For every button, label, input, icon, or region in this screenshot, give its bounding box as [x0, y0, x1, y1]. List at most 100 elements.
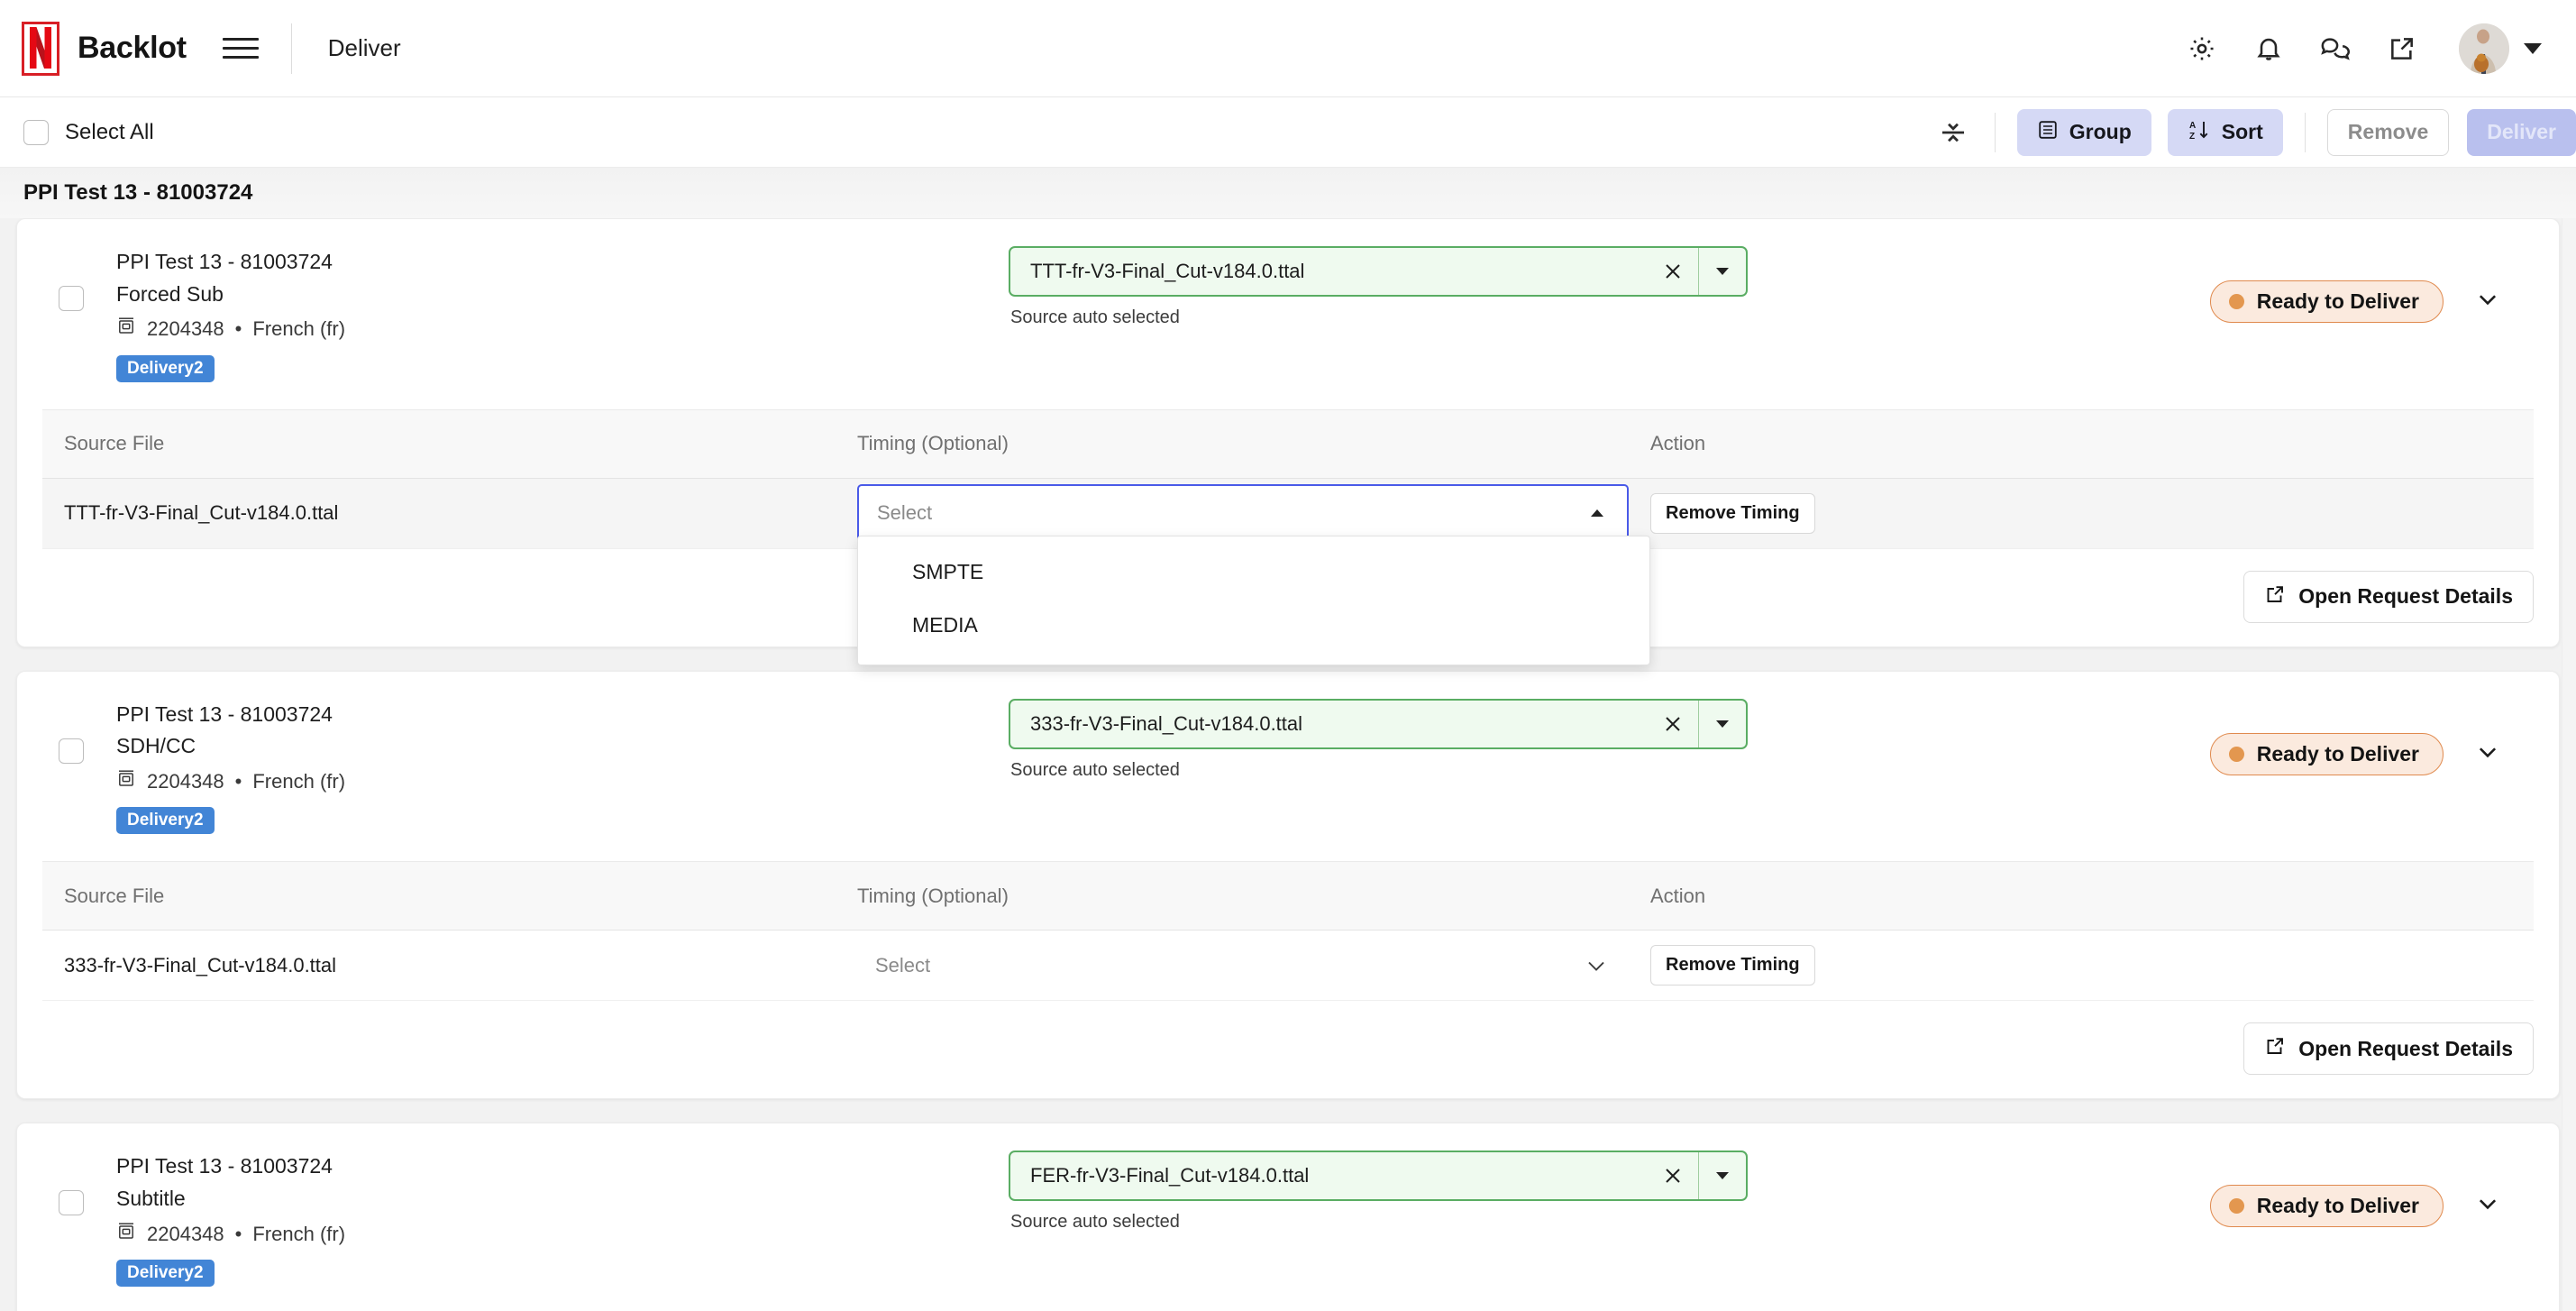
card-separator: • [234, 769, 242, 793]
request-card: PPI Test 13 - 81003724 SDH/CC 2204348 • … [16, 670, 2560, 1100]
open-request-details-button[interactable]: Open Request Details [2243, 570, 2534, 623]
status-dot-icon [2228, 746, 2244, 762]
source-table: Source File Timing (Optional) Action TTT… [42, 408, 2534, 666]
deliver-button[interactable]: Deliver [2467, 108, 2576, 156]
cell-action: Remove Timing [1629, 945, 2534, 986]
source-file-select[interactable]: FER-fr-V3-Final_Cut-v184.0.ttal [1009, 1151, 1748, 1202]
request-card: PPI Test 13 - 81003724 Subtitle 2204348 … [16, 1123, 2560, 1311]
request-card: PPI Test 13 - 81003724 Forced Sub 220434… [16, 218, 2560, 666]
gear-icon[interactable] [2185, 32, 2219, 66]
select-all-checkbox[interactable] [23, 119, 49, 145]
card-header: PPI Test 13 - 81003724 Forced Sub 220434… [17, 219, 2559, 399]
caret-down-icon[interactable] [1699, 1170, 1746, 1181]
timing-select-wrapper: Select [857, 931, 1629, 1001]
hamburger-menu-icon[interactable] [222, 31, 259, 67]
table-header-row: Source File Timing (Optional) Action [42, 862, 2534, 931]
source-file-value: FER-fr-V3-Final_Cut-v184.0.ttal [1030, 1164, 1310, 1187]
timing-select[interactable]: Select [857, 938, 1629, 994]
card-meta: PPI Test 13 - 81003724 Forced Sub 220434… [116, 246, 1009, 382]
toolbar-right-group: Group A Z Sort Remove Deliver [1933, 97, 2576, 167]
source-file-select[interactable]: TTT-fr-V3-Final_Cut-v184.0.ttal [1009, 246, 1748, 297]
card-expand-chevron-down-icon[interactable] [2474, 286, 2501, 317]
avatar[interactable] [2459, 23, 2509, 74]
source-file-value: TTT-fr-V3-Final_Cut-v184.0.ttal [1030, 260, 1305, 282]
open-request-details-label: Open Request Details [2298, 584, 2513, 609]
card-status-column: Ready to Deliver [2209, 699, 2559, 775]
cell-source-file: TTT-fr-V3-Final_Cut-v184.0.ttal [64, 501, 339, 525]
bell-icon[interactable] [2252, 32, 2286, 66]
external-link-icon [2264, 1035, 2286, 1062]
close-x-icon[interactable] [1648, 261, 1698, 282]
card-title: PPI Test 13 - 81003724 [116, 701, 333, 726]
asset-id-icon [116, 312, 136, 345]
asset-id-icon [116, 765, 136, 798]
card-asset-id: 2204348 [147, 769, 224, 793]
card-select-checkbox[interactable] [59, 738, 84, 764]
header-actions [2185, 23, 2542, 74]
sort-button[interactable]: A Z Sort [2167, 108, 2283, 156]
page-title: Deliver [327, 34, 401, 61]
caret-down-icon[interactable] [1699, 266, 1746, 277]
list-icon [2037, 119, 2059, 146]
column-header-action: Action [1650, 884, 1706, 907]
column-header-action: Action [1650, 432, 1706, 455]
user-menu[interactable] [2459, 23, 2542, 74]
remove-timing-button[interactable]: Remove Timing [1650, 945, 1815, 986]
group-button[interactable]: Group [2016, 108, 2151, 156]
cell-action: Remove Timing [1629, 492, 2534, 534]
card-expand-chevron-down-icon[interactable] [2474, 738, 2501, 770]
column-header-source-file: Source File [64, 884, 165, 907]
vertical-scrollbar[interactable] [2562, 218, 2576, 1311]
external-link-icon[interactable] [2385, 32, 2419, 66]
remove-timing-button[interactable]: Remove Timing [1650, 492, 1815, 534]
status-dot-icon [2228, 294, 2244, 309]
remove-button[interactable]: Remove [2326, 108, 2450, 156]
delivery-tag: Delivery2 [116, 807, 215, 835]
card-asset-line: 2204348 • French (fr) [116, 1217, 1009, 1251]
card-language: French (fr) [252, 769, 346, 793]
sort-az-icon: A Z [2188, 118, 2211, 147]
status-badge-label: Ready to Deliver [2256, 289, 2419, 313]
chevron-down-icon[interactable] [1585, 958, 1607, 973]
svg-text:A: A [2189, 121, 2196, 131]
status-dot-icon [2228, 1198, 2244, 1215]
source-file-select[interactable]: 333-fr-V3-Final_Cut-v184.0.ttal [1009, 698, 1748, 749]
card-asset-line: 2204348 • French (fr) [116, 765, 1009, 798]
source-auto-hint: Source auto selected [1010, 759, 1180, 780]
external-link-icon [2264, 583, 2286, 610]
card-expand-chevron-down-icon[interactable] [2474, 1190, 2501, 1222]
card-select-checkbox[interactable] [59, 1190, 84, 1216]
open-request-details-button[interactable]: Open Request Details [2243, 1022, 2534, 1076]
card-header: PPI Test 13 - 81003724 SDH/CC 2204348 • … [17, 672, 2559, 851]
card-footer: Open Request Details [17, 1001, 2559, 1098]
close-x-icon[interactable] [1648, 1165, 1698, 1187]
timing-dropdown-menu[interactable]: SMPTE MEDIA [857, 536, 1650, 666]
cell-timing: Select SMPTE MEDIA [836, 478, 1650, 666]
chevron-down-icon[interactable] [2524, 42, 2542, 54]
toolbar-divider-2 [2304, 112, 2306, 152]
card-subtitle: SDH/CC [116, 734, 196, 758]
chat-icon[interactable] [2318, 32, 2352, 66]
card-meta: PPI Test 13 - 81003724 SDH/CC 2204348 • … [116, 699, 1009, 835]
card-select-checkbox[interactable] [59, 286, 84, 311]
caret-down-icon[interactable] [1699, 719, 1746, 729]
timing-select[interactable]: Select [857, 484, 1629, 543]
select-all-label: Select All [65, 119, 154, 144]
source-select-column: TTT-fr-V3-Final_Cut-v184.0.ttal Source a… [1009, 246, 1748, 328]
table-header-row: Source File Timing (Optional) Action [42, 409, 2534, 479]
dropdown-option-smpte[interactable]: SMPTE [858, 545, 1649, 599]
caret-up-icon[interactable] [1589, 508, 1605, 518]
status-badge-label: Ready to Deliver [2256, 1194, 2419, 1218]
group-button-label: Group [2069, 120, 2132, 143]
group-header: PPI Test 13 - 81003724 [0, 168, 2576, 218]
request-list: PPI Test 13 - 81003724 Forced Sub 220434… [0, 218, 2576, 1311]
delivery-tag: Delivery2 [116, 354, 215, 382]
source-auto-hint: Source auto selected [1010, 307, 1180, 327]
header-divider [290, 23, 292, 74]
card-language: French (fr) [252, 1222, 346, 1245]
brand-area: Backlot [22, 21, 187, 76]
collapse-expand-icon[interactable] [1933, 113, 1973, 152]
dropdown-option-media[interactable]: MEDIA [858, 599, 1649, 652]
close-x-icon[interactable] [1648, 713, 1698, 735]
card-meta: PPI Test 13 - 81003724 Subtitle 2204348 … [116, 1151, 1009, 1288]
